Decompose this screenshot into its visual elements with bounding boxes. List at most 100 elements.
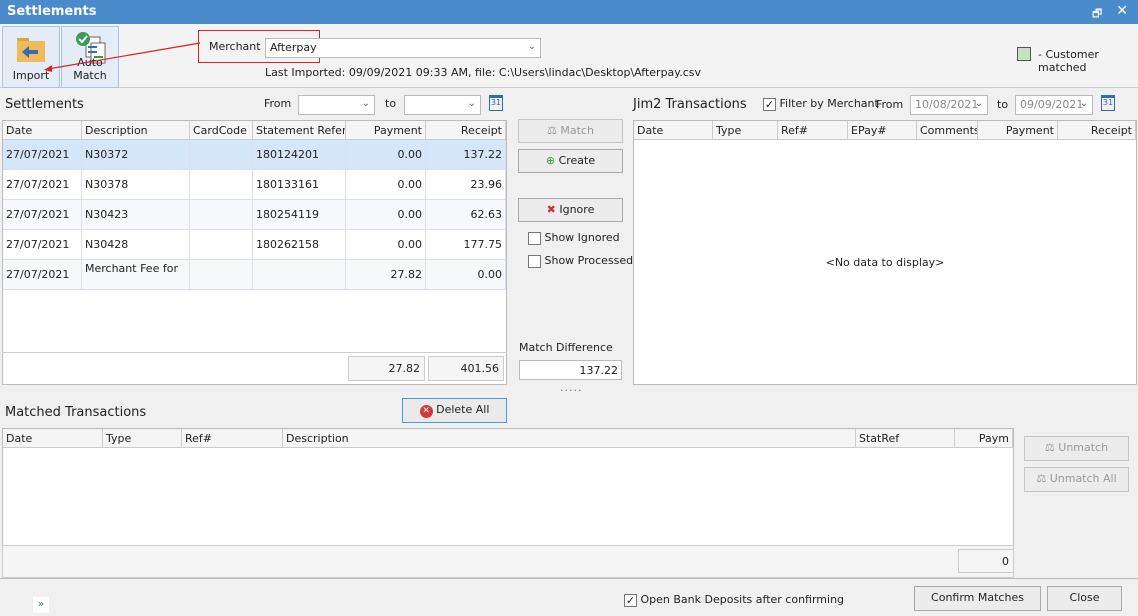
column-header[interactable]: Statement Referer [253, 121, 346, 140]
total-receipt: 401.56 [428, 356, 504, 381]
table-cell[interactable]: 137.22 [426, 140, 506, 170]
column-header[interactable]: Description [82, 121, 190, 140]
table-row-cell[interactable]: 27/07/2021 [3, 170, 82, 200]
window-title: Settlements [7, 4, 97, 19]
title-bar: Settlements [0, 0, 1138, 24]
merchant-select[interactable]: Afterpay ⌄ [265, 38, 541, 58]
match-button[interactable]: ⚖ Match [518, 119, 623, 143]
merchant-label: Merchant [209, 40, 261, 53]
to-label: to [385, 97, 397, 110]
create-button[interactable]: ⊕ Create [518, 149, 623, 173]
jim2-from-date[interactable]: 10/08/2021 ⌄ [910, 95, 988, 115]
table-cell[interactable]: 0.00 [426, 260, 506, 290]
table-cell[interactable]: 27.82 [346, 260, 426, 290]
column-header[interactable]: StatRef [856, 429, 955, 448]
close-button[interactable]: Close [1047, 586, 1122, 611]
column-header[interactable]: Paym [955, 429, 1013, 448]
ignore-icon: ✖ [546, 203, 560, 216]
column-header[interactable]: Ref# [182, 429, 283, 448]
show-ignored-checkbox[interactable]: Show Ignored [528, 231, 620, 245]
unmatch-all-button[interactable]: ⚖ Unmatch All [1024, 467, 1129, 492]
column-header[interactable]: Payment [978, 121, 1058, 140]
table-cell[interactable]: N30428 [82, 230, 190, 260]
customer-matched-legend: - Customer matched [1038, 48, 1099, 74]
table-cell[interactable]: 62.63 [426, 200, 506, 230]
table-cell[interactable]: Merchant Fee for [82, 260, 190, 290]
table-cell[interactable]: N30423 [82, 200, 190, 230]
settlements-title: Settlements [5, 97, 84, 112]
table-cell[interactable] [253, 260, 346, 290]
settlements-grid: DateDescriptionCardCodeStatement Referer… [2, 120, 507, 385]
jim2-grid: <No data to display> Date Type Ref# EPay# Co… [633, 120, 1137, 385]
table-cell[interactable] [190, 170, 253, 200]
chevron-down-icon: ⌄ [1079, 98, 1088, 109]
table-cell[interactable]: 23.96 [426, 170, 506, 200]
column-header[interactable]: Comments [917, 121, 978, 140]
filter-by-merchant-checkbox[interactable]: ✓ Filter by Merchant [763, 97, 879, 111]
settlements-from-date[interactable]: ⌄ [298, 95, 375, 115]
table-cell[interactable]: 0.00 [346, 230, 426, 260]
close-icon[interactable]: ✕ [1116, 3, 1128, 19]
from-label: From [264, 97, 292, 110]
merchant-value: Afterpay [270, 41, 317, 54]
chevron-down-icon: ⌄ [467, 98, 476, 109]
column-header[interactable]: Type [713, 121, 778, 140]
column-header[interactable]: CardCode [190, 121, 253, 140]
column-header[interactable]: Payment [346, 121, 426, 140]
table-row-cell[interactable]: 27/07/2021 [3, 260, 82, 290]
total-payment: 27.82 [348, 356, 425, 381]
matched-total: 0 [958, 549, 1014, 573]
table-cell[interactable]: N30372 [82, 140, 190, 170]
column-header[interactable]: Description [283, 429, 856, 448]
unmatch-all-icon: ⚖ [1036, 472, 1050, 485]
jim2-to-label: to [997, 98, 1009, 111]
confirm-matches-button[interactable]: Confirm Matches [914, 586, 1041, 611]
table-cell[interactable]: 180262158 [253, 230, 346, 260]
table-row-cell[interactable]: 27/07/2021 [3, 140, 82, 170]
ignore-button[interactable]: ✖ Ignore [518, 198, 623, 222]
table-cell[interactable] [190, 140, 253, 170]
unmatch-button[interactable]: ⚖ Unmatch [1024, 436, 1129, 461]
table-cell[interactable] [190, 230, 253, 260]
table-cell[interactable]: 180254119 [253, 200, 346, 230]
table-cell[interactable]: 0.00 [346, 170, 426, 200]
table-cell[interactable]: 180124201 [253, 140, 346, 170]
table-cell[interactable]: 180133161 [253, 170, 346, 200]
table-cell[interactable] [190, 200, 253, 230]
column-header[interactable]: Receipt [426, 121, 506, 140]
column-header[interactable]: Type [103, 429, 182, 448]
create-icon: ⊕ [545, 154, 559, 167]
table-cell[interactable]: 177.75 [426, 230, 506, 260]
delete-all-button[interactable]: ✕ Delete All [402, 398, 507, 423]
jim2-from-label: From [876, 98, 904, 111]
unmatch-icon: ⚖ [1044, 441, 1059, 454]
chevron-down-icon: ⌄ [974, 98, 983, 109]
table-cell[interactable]: N30378 [82, 170, 190, 200]
calendar-icon[interactable]: 31 [1101, 95, 1115, 111]
table-cell[interactable] [190, 260, 253, 290]
chevron-down-icon: ⌄ [527, 41, 536, 52]
settlements-to-date[interactable]: ⌄ [404, 95, 481, 115]
open-bank-deposits-checkbox[interactable]: ✓ Open Bank Deposits after confirming [624, 593, 844, 607]
jim2-title: Jim2 Transactions [633, 97, 747, 112]
matched-title: Matched Transactions [5, 405, 147, 420]
calendar-icon[interactable]: 31 [489, 95, 503, 111]
column-header[interactable]: Ref# [778, 121, 848, 140]
table-cell[interactable]: 0.00 [346, 200, 426, 230]
splitter-handle[interactable]: ····· [560, 384, 582, 397]
column-header[interactable]: Date [3, 121, 82, 140]
restore-icon[interactable]: 🗗 [1092, 5, 1106, 20]
column-header[interactable]: EPay# [848, 121, 917, 140]
jim2-to-date[interactable]: 09/09/2021 ⌄ [1015, 95, 1093, 115]
column-header[interactable]: Date [3, 429, 103, 448]
table-cell[interactable]: 0.00 [346, 140, 426, 170]
annotation-arrow [44, 42, 201, 72]
column-header[interactable]: Receipt [1058, 121, 1136, 140]
customer-matched-swatch [1017, 47, 1031, 61]
expand-icon[interactable]: » [33, 597, 49, 613]
show-processed-checkbox[interactable]: Show Processed [528, 254, 633, 268]
last-imported: Last Imported: 09/09/2021 09:33 AM, file… [265, 66, 702, 79]
table-row-cell[interactable]: 27/07/2021 [3, 230, 82, 260]
table-row-cell[interactable]: 27/07/2021 [3, 200, 82, 230]
column-header[interactable]: Date [634, 121, 713, 140]
